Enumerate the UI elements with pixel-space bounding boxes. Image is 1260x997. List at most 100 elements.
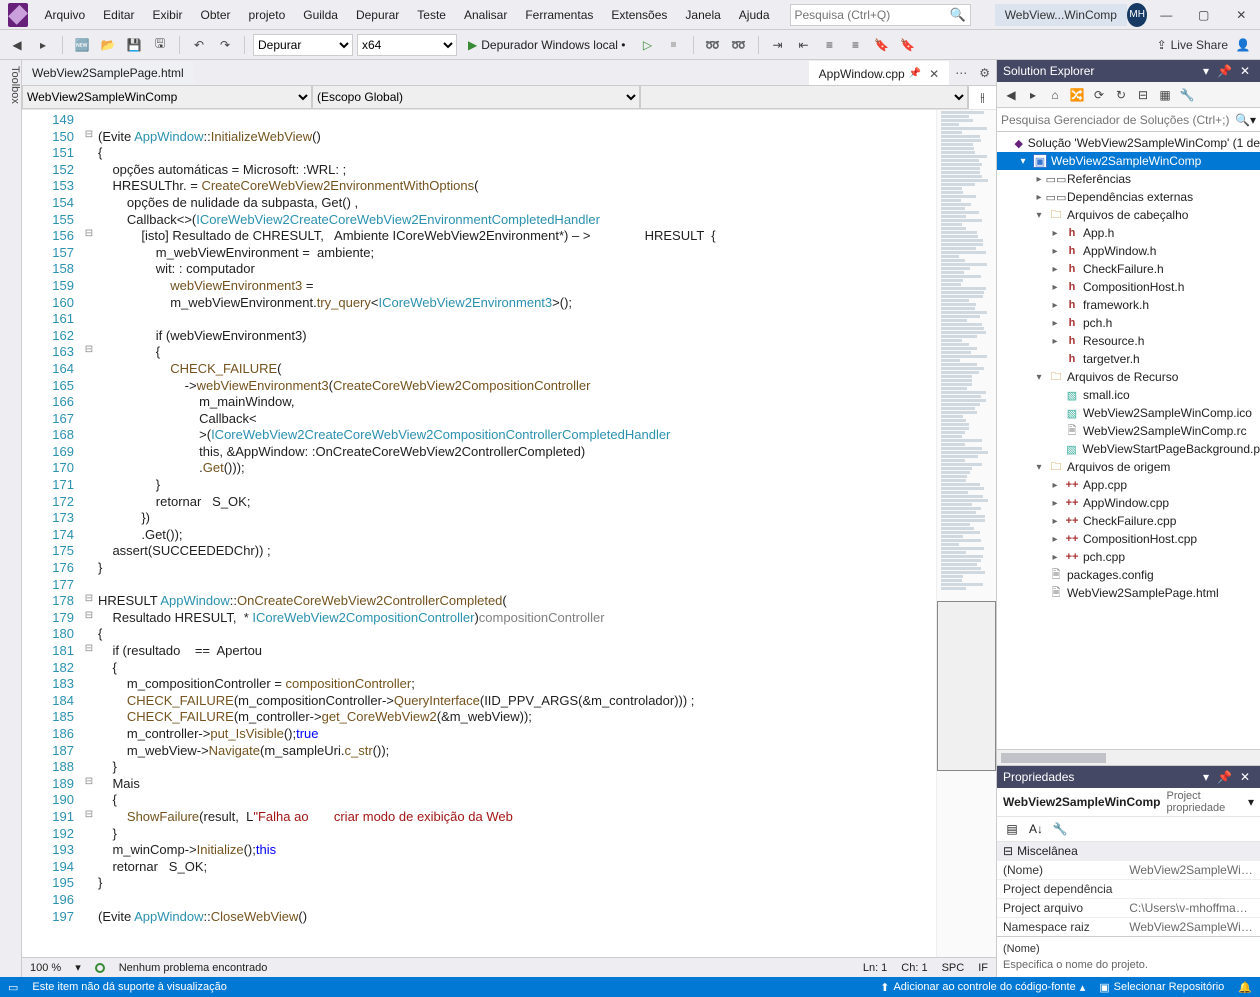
chevron-down-icon[interactable]: ▾ (1250, 113, 1256, 127)
menu-ferramentas[interactable]: Ferramentas (517, 2, 601, 28)
code-area[interactable]: (Evite AppWindow::InitializeWebView(){ o… (98, 110, 936, 957)
se-hscroll[interactable] (997, 749, 1260, 765)
bookmark-icon[interactable]: 🔖 (871, 34, 893, 56)
tree-row[interactable]: ▸hCheckFailure.h (997, 260, 1260, 278)
tree-row[interactable]: ▾🗀Arquivos de Recurso (997, 368, 1260, 386)
select-repo[interactable]: ▣ Selecionar Repositório (1099, 981, 1224, 994)
platform-dropdown[interactable]: x64 (357, 34, 457, 56)
se-refresh-icon[interactable]: ↻ (1111, 85, 1131, 105)
panel-close-icon[interactable]: ✕ (1236, 64, 1254, 78)
member-combo[interactable] (640, 86, 968, 109)
alpha-sort-icon[interactable]: A↓ (1025, 819, 1047, 839)
tree-row[interactable]: 🗎WebView2SampleWinComp.rc (997, 422, 1260, 440)
panel-menu-icon[interactable]: ▾ (1199, 770, 1213, 784)
tree-row[interactable]: ▾🗀Arquivos de origem (997, 458, 1260, 476)
se-showall-icon[interactable]: ▦ (1155, 85, 1175, 105)
menu-obter[interactable]: Obter (193, 2, 239, 28)
se-fwd-icon[interactable]: ▸ (1023, 85, 1043, 105)
indent-mode[interactable]: SPC (942, 962, 965, 974)
undo-icon[interactable]: ↶ (188, 34, 210, 56)
twisty-icon[interactable]: ▾ (1033, 372, 1045, 383)
uncomment-icon[interactable]: ≡ (845, 34, 867, 56)
categorized-icon[interactable]: ▤ (1001, 819, 1023, 839)
twisty-icon[interactable]: ▸ (1049, 480, 1061, 491)
tree-row[interactable]: ▧WebView2SampleWinComp.ico (997, 404, 1260, 422)
maximize-button[interactable]: ▢ (1185, 0, 1223, 30)
prop-value[interactable] (1123, 880, 1260, 898)
se-back-icon[interactable]: ◀ (1001, 85, 1021, 105)
project-combo[interactable]: WebView2SampleWinComp (22, 86, 312, 109)
se-collapse-icon[interactable]: ⊟ (1133, 85, 1153, 105)
prop-value[interactable]: C:\Users\v-mhoffman\D (1123, 899, 1260, 917)
prop-row[interactable]: Project arquivoC:\Users\v-mhoffman\D (997, 898, 1260, 917)
add-source-control[interactable]: ⬆ Adicionar ao controle do código-fonte … (880, 981, 1085, 994)
tree-row[interactable]: ▸hframework.h (997, 296, 1260, 314)
global-search[interactable]: 🔍 (790, 4, 971, 26)
prop-row[interactable]: (Nome)WebView2SampleWinCo (997, 860, 1260, 879)
twisty-icon[interactable]: ▸ (1049, 534, 1061, 545)
prop-row[interactable]: Namespace raizWebView2SampleWinCo (997, 917, 1260, 936)
user-avatar[interactable]: MH (1127, 3, 1147, 27)
tree-row[interactable]: ◆Solução 'WebView2SampleWinComp' (1 de (997, 134, 1260, 152)
tree-row[interactable]: ▸hApp.h (997, 224, 1260, 242)
tree-row[interactable]: 🗎WebView2SamplePage.html (997, 584, 1260, 602)
menu-janela[interactable]: Janela (677, 2, 728, 28)
twisty-icon[interactable]: ▸ (1049, 228, 1061, 239)
panel-close-icon[interactable]: ✕ (1236, 770, 1254, 784)
tree-row[interactable]: ▸hpch.h (997, 314, 1260, 332)
comment-icon[interactable]: ≡ (819, 34, 841, 56)
twisty-icon[interactable]: ▸ (1049, 516, 1061, 527)
step2-icon[interactable]: ➿ (728, 34, 750, 56)
bell-icon[interactable]: 🔔 (1238, 981, 1252, 994)
account-icon[interactable]: 👤 (1232, 34, 1254, 56)
twisty-icon[interactable]: ▸ (1049, 282, 1061, 293)
twisty-icon[interactable]: ▸ (1033, 174, 1045, 185)
prop-row[interactable]: Project dependência (997, 879, 1260, 898)
open-icon[interactable]: 📂 (97, 34, 119, 56)
tab-overflow-icon[interactable]: ⋯ (949, 66, 973, 80)
play-nodbg-icon[interactable]: ▷ (637, 34, 659, 56)
tree-row[interactable]: ▾🗀Arquivos de cabeçalho (997, 206, 1260, 224)
split-icon[interactable]: ⫲ (968, 86, 996, 109)
tree-row[interactable]: ▧WebViewStartPageBackground.p (997, 440, 1260, 458)
tree-row[interactable]: 🗎packages.config (997, 566, 1260, 584)
panel-pin-icon[interactable]: 📌 (1213, 64, 1236, 78)
save-all-icon[interactable]: 🖫 (149, 34, 171, 56)
twisty-icon[interactable]: ▸ (1049, 300, 1061, 311)
twisty-icon[interactable]: ▸ (1049, 552, 1061, 563)
menu-editar[interactable]: Editar (95, 2, 142, 28)
redo-icon[interactable]: ↷ (214, 34, 236, 56)
tree-row[interactable]: ▧small.ico (997, 386, 1260, 404)
tab-appwindow[interactable]: AppWindow.cpp 📌 ✕ (809, 61, 950, 85)
stop-icon[interactable]: ⏹ (663, 34, 685, 56)
prop-value[interactable]: WebView2SampleWinCo (1123, 918, 1260, 936)
menu-teste[interactable]: Teste (409, 2, 454, 28)
menu-guilda[interactable]: Guilda (295, 2, 346, 28)
menu-exibir[interactable]: Exibir (145, 2, 191, 28)
tree-row[interactable]: ▸hCompositionHost.h (997, 278, 1260, 296)
props-wrench-icon[interactable]: 🔧 (1049, 819, 1071, 839)
close-button[interactable]: ✕ (1222, 0, 1260, 30)
indent-icon[interactable]: ⇥ (767, 34, 789, 56)
twisty-icon[interactable]: ▸ (1049, 318, 1061, 329)
twisty-icon[interactable]: ▸ (1033, 192, 1045, 203)
panel-menu-icon[interactable]: ▾ (1199, 64, 1213, 78)
props-category[interactable]: ⊟ Miscelânea (997, 842, 1260, 860)
se-search[interactable]: 🔍 ▾ (997, 108, 1260, 132)
tree-row[interactable]: ▸▭▭Referências (997, 170, 1260, 188)
fold-column[interactable]: ⊟⊟⊟⊟⊟⊟⊟⊟ (80, 110, 98, 957)
issues-label[interactable]: Nenhum problema encontrado (119, 962, 268, 974)
nav-fwd-icon[interactable]: ▸ (32, 34, 54, 56)
live-share-button[interactable]: ⇪ Live Share (1157, 38, 1228, 52)
prop-value[interactable]: WebView2SampleWinCo (1123, 861, 1260, 879)
panel-pin-icon[interactable]: 📌 (1213, 770, 1236, 784)
twisty-icon[interactable]: ▾ (1033, 210, 1045, 221)
tree-row[interactable]: ▸++CompositionHost.cpp (997, 530, 1260, 548)
props-grid[interactable]: ⊟ Miscelânea (Nome)WebView2SampleWinCoPr… (997, 842, 1260, 936)
tree-row[interactable]: ▸++pch.cpp (997, 548, 1260, 566)
minimap-viewport[interactable] (937, 601, 996, 770)
twisty-icon[interactable]: ▸ (1049, 336, 1061, 347)
tree-row[interactable]: ▸▭▭Dependências externas (997, 188, 1260, 206)
twisty-icon[interactable]: ▸ (1049, 264, 1061, 275)
tree-row[interactable]: htargetver.h (997, 350, 1260, 368)
